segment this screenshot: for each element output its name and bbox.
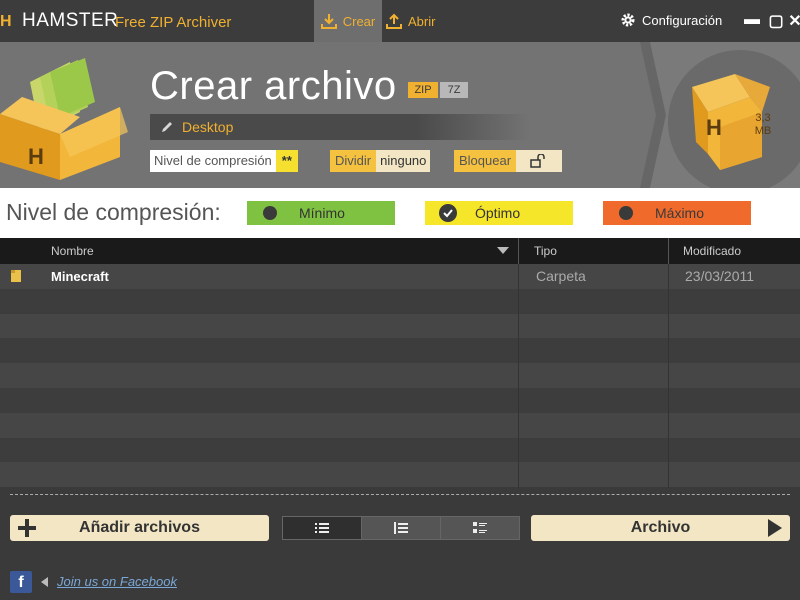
svg-text:H: H [706,115,722,140]
table-row [0,462,800,488]
gear-icon [621,13,635,27]
format-zip-button[interactable]: ZIP [408,82,438,98]
maximize-button[interactable]: ▢ [768,11,784,31]
level-optimal-button[interactable]: Óptimo [425,201,573,225]
view-mode-toggle [282,516,520,540]
lock-option-label: Bloquear [454,150,517,172]
file-name: Minecraft [51,269,109,284]
split-option-value: ninguno [376,150,431,172]
level-minimum-label: Mínimo [299,205,345,221]
check-icon [439,204,457,222]
page-title: Crear archivo [150,64,397,108]
tab-crear-label: Crear [342,13,376,29]
compression-option[interactable]: Nivel de compresión ** [150,150,298,172]
folder-icon [11,270,21,282]
list-view-icon [315,523,329,533]
app-subtitle: Free ZIP Archiver [115,14,232,31]
detail-view-button[interactable] [362,517,441,539]
settings-label: Configuración [642,12,723,28]
list-view-button[interactable] [283,517,362,539]
sort-down-icon[interactable] [497,247,509,255]
archive-size: 3,3 MB [748,112,778,138]
compression-level-bar: Nivel de compresión: Mínimo Óptimo Máxim… [0,188,800,238]
tab-crear[interactable]: Crear [314,0,382,42]
archive-size-unit: MB [754,125,772,137]
create-archive-label: Archivo [630,519,691,536]
add-files-label: Añadir archivos [79,519,200,536]
minimize-button[interactable]: ▬ [744,11,760,29]
compression-level-label: Nivel de compresión: [6,199,221,225]
column-divider [518,264,519,488]
table-row [0,412,800,438]
upload-icon [386,13,402,29]
app-logo-icon: H [0,13,12,30]
table-row [0,338,800,364]
pencil-icon [162,122,172,132]
tab-abrir[interactable]: Abrir [386,0,456,42]
radio-icon [263,206,277,220]
column-divider[interactable] [668,238,669,264]
archive-size-value: 3,3 [755,112,771,124]
split-option[interactable]: Dividir ninguno [330,150,431,172]
level-maximum-label: Máximo [655,205,705,221]
level-optimal-label: Óptimo [475,205,521,221]
add-files-button[interactable]: Añadir archivos [10,515,269,541]
destination-label: Desktop [182,119,234,135]
tile-view-icon [473,522,487,533]
column-modified-header[interactable]: Modificado [683,244,741,258]
create-header: H Crear archivo ZIP 7Z Desktop Nivel de … [0,42,800,188]
radio-icon [619,206,633,220]
plus-icon [18,519,36,537]
facebook-icon[interactable]: f [10,571,32,593]
chevron-left-icon [41,577,48,587]
level-minimum-button[interactable]: Mínimo [247,201,395,225]
split-option-label: Dividir [330,150,377,172]
table-row [0,313,800,339]
table-row [0,288,800,314]
settings-button[interactable]: Configuración [620,12,722,28]
detail-view-icon [394,522,408,534]
app-name: HAMSTER [22,10,119,31]
file-type: Carpeta [536,268,586,284]
drop-zone-divider [10,494,790,495]
footer: f Join us on Facebook [0,560,800,600]
table-row [0,363,800,388]
close-button[interactable]: ✕ [787,11,800,31]
table-row [0,437,800,463]
open-box-icon: H [0,58,128,180]
column-name-header[interactable]: Nombre [51,244,94,258]
table-row [0,388,800,413]
table-row[interactable]: Minecraft Carpeta 23/03/2011 [0,264,800,289]
unlock-icon [516,150,563,172]
column-type-header[interactable]: Tipo [534,244,557,258]
table-header: Nombre Tipo Modificado [0,238,800,264]
download-icon [320,14,337,29]
svg-text:H: H [28,144,44,169]
lock-option[interactable]: Bloquear [454,150,563,172]
play-arrow-icon [768,519,782,537]
file-modified: 23/03/2011 [685,268,755,284]
column-divider [668,264,669,488]
facebook-link[interactable]: Join us on Facebook [57,574,177,589]
destination-selector[interactable]: Desktop [150,114,530,140]
tab-abrir-label: Abrir [408,13,436,29]
file-list[interactable]: Minecraft Carpeta 23/03/2011 [0,264,800,488]
level-maximum-button[interactable]: Máximo [603,201,751,225]
tile-view-button[interactable] [441,517,519,539]
format-7z-button[interactable]: 7Z [440,82,468,98]
compression-option-label: Nivel de compresión [150,150,276,172]
create-archive-button[interactable]: Archivo [531,515,790,541]
title-bar: H HAMSTER Free ZIP Archiver Crear Abrir … [0,0,800,42]
compression-option-value: ** [275,150,298,172]
column-divider[interactable] [518,238,519,264]
